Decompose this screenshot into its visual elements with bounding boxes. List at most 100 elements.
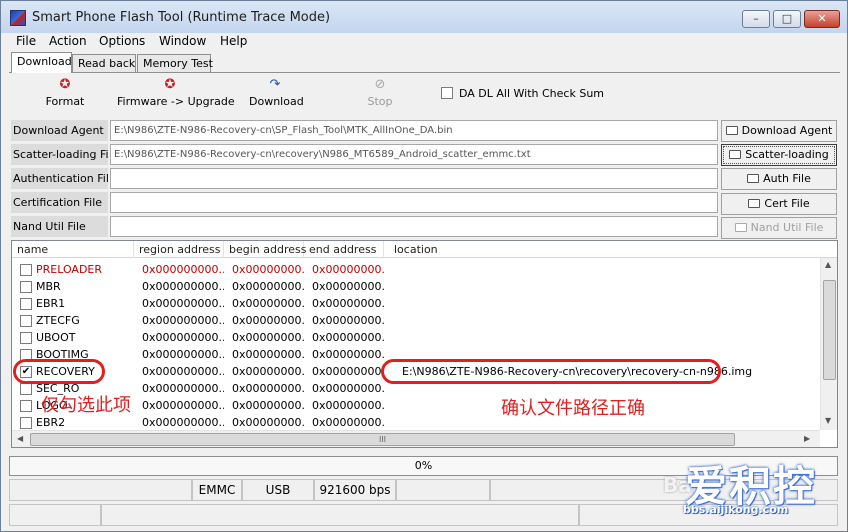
cell-region: 0x000000000...	[142, 348, 224, 361]
menu-window[interactable]: Window	[159, 34, 206, 48]
horizontal-scrollbar[interactable]: ◀ III ▶	[12, 430, 820, 447]
scroll-right-icon[interactable]: ▶	[804, 434, 810, 443]
folder-icon	[748, 199, 761, 208]
auth-file-button[interactable]: Auth File	[721, 168, 837, 190]
stop-icon: ⊘	[374, 77, 386, 92]
list-header: name region address begin address end ad…	[12, 241, 837, 258]
table-row[interactable]: LOGO 0x000000000... 0x00000000... 0x0000000…	[12, 397, 820, 414]
cell-region: 0x000000000...	[142, 399, 224, 412]
col-begin-address[interactable]: begin address	[224, 241, 306, 258]
menu-options[interactable]: Options	[99, 34, 145, 48]
status-cell-empty	[9, 479, 192, 501]
row-checkbox[interactable]	[20, 383, 32, 395]
folder-icon	[729, 150, 742, 159]
folder-icon	[725, 126, 738, 135]
tab-read-back[interactable]: Read back	[72, 54, 136, 73]
vertical-scrollbar[interactable]: ▲ ▼	[820, 258, 837, 430]
cell-region: 0x000000000...	[142, 314, 224, 327]
cell-name: ZTECFG	[36, 314, 80, 327]
close-button[interactable]: ✕	[804, 10, 840, 28]
cell-name: UBOOT	[36, 331, 76, 344]
scroll-left-icon[interactable]: ◀	[17, 434, 23, 443]
table-row[interactable]: ZTECFG 0x000000000... 0x00000000... 0x00000…	[12, 312, 820, 329]
cert-file-button[interactable]: Cert File	[721, 193, 837, 215]
vertical-scroll-thumb[interactable]	[823, 280, 836, 380]
download-agent-field[interactable]: E:\N986\ZTE-N986-Recovery-cn\SP_Flash_To…	[110, 120, 718, 141]
tab-download[interactable]: Download	[11, 52, 72, 73]
cell-begin: 0x00000000...	[232, 348, 304, 361]
tab-memory-test[interactable]: Memory Test	[137, 54, 213, 73]
col-region-address[interactable]: region address	[134, 241, 224, 258]
nand-util-file-field[interactable]	[110, 216, 718, 237]
title-bar[interactable]: Smart Phone Flash Tool (Runtime Trace Mo…	[1, 1, 847, 33]
row-checkbox[interactable]	[20, 264, 32, 276]
cell-location	[402, 278, 822, 295]
firmware-upgrade-button[interactable]: ✪ Firmware -> Upgrade	[117, 77, 235, 108]
cell-end: 0x00000000...	[312, 331, 384, 344]
annotation-location-circle	[381, 359, 721, 384]
cell-begin: 0x00000000...	[232, 382, 304, 395]
col-name[interactable]: name	[12, 241, 134, 258]
horizontal-scroll-thumb[interactable]: III	[30, 433, 735, 446]
nand-util-file-button-label: Nand Util File	[750, 221, 824, 234]
main-window: Smart Phone Flash Tool (Runtime Trace Mo…	[0, 0, 848, 532]
row-checkbox[interactable]	[20, 298, 32, 310]
row-checkbox[interactable]	[20, 417, 32, 429]
auth-file-button-label: Auth File	[763, 172, 811, 185]
scatter-file-label: Scatter-loading File	[11, 144, 108, 165]
nand-util-file-button[interactable]: Nand Util File	[721, 217, 837, 239]
table-row[interactable]: PRELOADER 0x000000000... 0x00000000... 0x00…	[12, 261, 820, 278]
minimize-button[interactable]: –	[742, 10, 770, 28]
scroll-up-icon[interactable]: ▲	[825, 260, 831, 269]
table-row[interactable]: EBR2 0x000000000... 0x00000000... 0x0000000…	[12, 414, 820, 431]
stop-button[interactable]: ⊘ Stop	[366, 77, 394, 108]
stop-label: Stop	[367, 95, 393, 108]
firmware-upgrade-label: Firmware -> Upgrade	[117, 95, 235, 108]
progress-text: 0%	[414, 459, 433, 472]
format-label: Format	[45, 95, 85, 108]
scatter-file-field[interactable]: E:\N986\ZTE-N986-Recovery-cn\recovery\N9…	[110, 144, 718, 165]
annotation-confirm-path: 确认文件路径正确	[501, 398, 645, 419]
status-port: USB	[242, 479, 314, 501]
cell-end: 0x00000000...	[312, 382, 384, 395]
cell-location	[402, 295, 822, 312]
menu-help[interactable]: Help	[220, 34, 247, 48]
cell-location	[402, 329, 822, 346]
partition-list[interactable]: name region address begin address end ad…	[11, 240, 838, 448]
row-checkbox[interactable]	[20, 315, 32, 327]
upgrade-icon: ✪	[164, 77, 176, 92]
col-location[interactable]: location	[389, 241, 819, 258]
window-title: Smart Phone Flash Tool (Runtime Trace Mo…	[32, 10, 331, 25]
status-cell-empty	[396, 479, 490, 501]
col-end-address[interactable]: end address	[304, 241, 384, 258]
format-button[interactable]: ✪ Format	[45, 77, 85, 108]
cell-begin: 0x00000000...	[232, 263, 304, 276]
table-row[interactable]: MBR 0x000000000... 0x00000000... 0x00000000…	[12, 278, 820, 295]
scatter-loading-button[interactable]: Scatter-loading	[721, 144, 837, 166]
table-row[interactable]: UBOOT 0x000000000... 0x00000000... 0x000000…	[12, 329, 820, 346]
authentication-file-field[interactable]	[110, 168, 718, 189]
certification-file-label: Certification File	[11, 192, 108, 213]
table-row[interactable]: EBR1 0x000000000... 0x00000000... 0x0000000…	[12, 295, 820, 312]
scroll-down-icon[interactable]: ▼	[825, 416, 831, 425]
cell-name: EBR1	[36, 297, 66, 310]
download-label: Download	[249, 95, 304, 108]
maximize-button[interactable]: □	[773, 10, 801, 28]
certification-file-field[interactable]	[110, 192, 718, 213]
menu-file[interactable]: File	[16, 34, 36, 48]
download-agent-button[interactable]: Download Agent	[721, 120, 837, 142]
cell-begin: 0x00000000...	[232, 365, 304, 378]
format-icon: ✪	[59, 77, 71, 92]
checksum-option[interactable]: DA DL All With Check Sum	[441, 87, 604, 100]
menu-action[interactable]: Action	[49, 34, 87, 48]
row-checkbox[interactable]	[20, 400, 32, 412]
download-icon: ↷	[269, 77, 281, 92]
annotation-recovery-circle	[13, 359, 105, 384]
cell-end: 0x00000000...	[312, 263, 384, 276]
cell-region: 0x000000000...	[142, 297, 224, 310]
checksum-checkbox[interactable]	[441, 87, 453, 99]
row-checkbox[interactable]	[20, 332, 32, 344]
row-checkbox[interactable]	[20, 281, 32, 293]
download-button[interactable]: ↷ Download	[249, 77, 304, 108]
cell-begin: 0x00000000...	[232, 416, 304, 429]
